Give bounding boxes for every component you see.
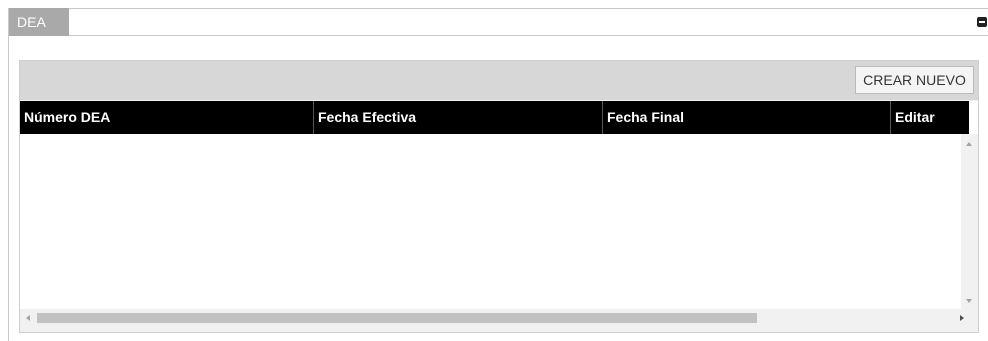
- column-header-fecha-final[interactable]: Fecha Final: [603, 101, 891, 134]
- create-new-button[interactable]: CREAR NUEVO: [855, 66, 974, 94]
- column-header-numero-dea[interactable]: Número DEA: [20, 101, 314, 134]
- horizontal-scroll-thumb[interactable]: [37, 313, 757, 323]
- grid-toolbar: CREAR NUEVO: [20, 61, 978, 100]
- table-header: Número DEA Fecha Efectiva Fecha Final Ed…: [20, 101, 969, 134]
- horizontal-scrollbar[interactable]: [20, 309, 978, 326]
- column-header-editar[interactable]: Editar: [891, 101, 969, 134]
- column-header-fecha-efectiva[interactable]: Fecha Efectiva: [314, 101, 603, 134]
- scroll-right-icon[interactable]: [960, 315, 964, 321]
- table-body: [20, 134, 969, 309]
- dea-panel: DEA CREAR NUEVO Número DEA Fecha Efectiv…: [8, 8, 988, 341]
- scroll-down-icon[interactable]: [966, 299, 972, 303]
- scroll-left-icon[interactable]: [26, 315, 30, 321]
- collapse-icon[interactable]: [977, 17, 987, 27]
- dea-grid: CREAR NUEVO Número DEA Fecha Efectiva Fe…: [19, 60, 979, 333]
- vertical-scrollbar[interactable]: [961, 134, 978, 309]
- panel-tab-dea[interactable]: DEA: [9, 8, 69, 36]
- panel-header: DEA: [9, 8, 988, 36]
- scroll-up-icon[interactable]: [966, 142, 972, 146]
- header-filler: [969, 101, 978, 134]
